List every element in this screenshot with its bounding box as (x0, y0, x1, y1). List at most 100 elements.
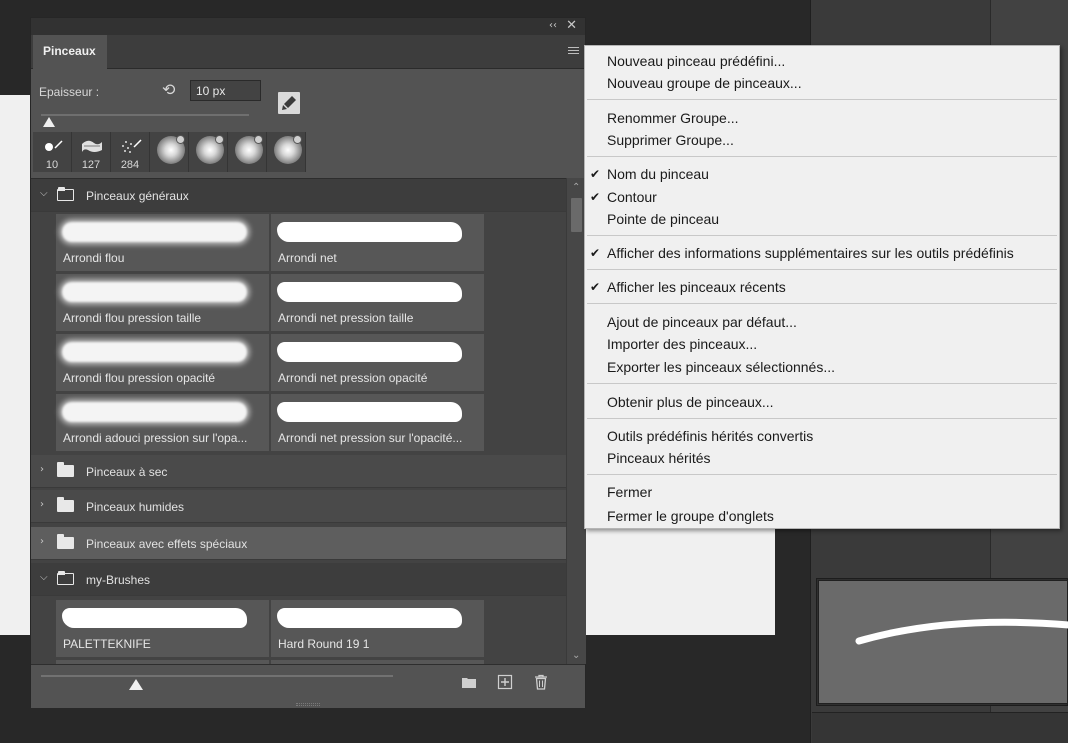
menu-item-show-recent[interactable]: ✔ Afficher les pinceaux récents (585, 276, 1059, 298)
brush-tile[interactable]: Arrondi net pression taille (271, 274, 484, 331)
menu-item-stroke[interactable]: ✔ Contour (585, 186, 1059, 208)
check-icon: ✔ (590, 280, 601, 294)
brush-tile[interactable]: Arrondi net pression sur l'opacité... (271, 394, 484, 451)
preview-size-slider-thumb[interactable] (129, 679, 143, 690)
group-header-wet[interactable]: › Pinceaux humides (31, 490, 566, 523)
panel-titlebar: ‹‹ ✕ (31, 18, 585, 35)
brush-stroke-icon (277, 282, 462, 302)
recent-brush-soft[interactable] (267, 132, 306, 172)
menu-item-brush-tip[interactable]: Pointe de pinceau (585, 208, 1059, 230)
menu-item-get-more[interactable]: Obtenir plus de pinceaux... (585, 391, 1059, 413)
chevron-right-icon[interactable]: › (40, 536, 44, 547)
menu-item-show-info[interactable]: ✔ Afficher des informations supplémentair… (585, 242, 1059, 264)
menu-item-new-group[interactable]: Nouveau groupe de pinceaux... (585, 72, 1059, 94)
group-name: Pinceaux généraux (86, 189, 189, 203)
group-header-general[interactable]: ⌵ Pinceaux généraux (31, 179, 566, 212)
brush-name: Arrondi net (278, 251, 337, 265)
menu-item-export[interactable]: Exporter les pinceaux sélectionnés... (585, 356, 1059, 378)
menu-item-rename-group[interactable]: Renommer Groupe... (585, 107, 1059, 129)
brush-tile[interactable]: Arrondi flou pression opacité (56, 334, 269, 391)
brush-settings-icon[interactable] (278, 92, 300, 114)
recent-brush-size: 127 (81, 159, 101, 171)
recent-brush-soft[interactable] (150, 132, 189, 172)
brush-stroke-icon (277, 342, 462, 362)
group-name: my-Brushes (86, 573, 151, 587)
group-header-dry[interactable]: › Pinceaux à sec (31, 455, 566, 488)
recent-brush-soft[interactable] (189, 132, 228, 172)
brush-name: Arrondi net pression taille (278, 311, 414, 325)
chevron-down-icon[interactable]: ⌵ (40, 188, 48, 199)
menu-item-label: Nom du pinceau (607, 166, 709, 182)
brush-stroke-icon (62, 402, 247, 422)
trash-icon[interactable] (533, 674, 549, 690)
brush-name: Arrondi flou pression taille (63, 311, 202, 325)
menu-item-new-preset[interactable]: Nouveau pinceau prédéfini... (585, 50, 1059, 72)
chevron-right-icon[interactable]: › (40, 499, 44, 510)
brush-tile[interactable]: Arrondi flou pression taille (56, 274, 269, 331)
brush-list[interactable]: ⌵ Pinceaux généraux Arrondi flou Arrondi… (31, 178, 566, 664)
folder-icon (57, 534, 74, 549)
brush-stroke-icon (277, 222, 462, 242)
size-input[interactable] (190, 80, 261, 101)
brush-name: PALETTEKNIFE (63, 637, 151, 651)
dock-bottom-bar (812, 712, 1068, 743)
chevron-down-icon[interactable]: ⌵ (40, 572, 48, 583)
recent-brush-hard[interactable]: 10 (33, 132, 72, 172)
brush-tile[interactable]: Arrondi net (271, 214, 484, 271)
menu-separator (587, 303, 1057, 304)
menu-separator (587, 418, 1057, 419)
recent-brush-size: 10 (45, 159, 59, 171)
scroll-up-icon[interactable]: ⌃ (572, 182, 580, 193)
size-label: Epaisseur : (39, 85, 100, 99)
brush-name: Arrondi net pression opacité (278, 371, 428, 385)
preview-stroke-icon (855, 618, 1068, 645)
group-header-my-brushes[interactable]: ⌵ my-Brushes (31, 563, 566, 596)
recent-brush-soft[interactable] (228, 132, 267, 172)
folder-icon (57, 462, 74, 477)
size-slider-thumb[interactable] (43, 117, 55, 127)
new-group-folder-icon[interactable] (461, 674, 477, 690)
menu-item-close[interactable]: Fermer (585, 481, 1059, 503)
collapse-icon[interactable]: ‹‹ (549, 19, 557, 33)
reset-size-icon[interactable]: ⟲ (162, 81, 180, 99)
menu-item-close-tab-group[interactable]: Fermer le groupe d'onglets (585, 505, 1059, 527)
menu-item-converted-legacy[interactable]: Outils prédéfinis hérités convertis (585, 425, 1059, 447)
menu-separator (587, 235, 1057, 236)
recent-brush-spray[interactable]: 284 (111, 132, 150, 172)
menu-item-legacy[interactable]: Pinceaux hérités (585, 447, 1059, 469)
menu-item-delete-group[interactable]: Supprimer Groupe... (585, 129, 1059, 151)
size-slider-track[interactable] (41, 114, 249, 116)
brush-type-badge-icon (176, 135, 185, 144)
brush-stroke-icon (62, 222, 247, 242)
scroll-thumb[interactable] (571, 198, 582, 232)
brush-tile[interactable]: PALETTEKNIFE (56, 600, 269, 657)
recent-brush-splash[interactable]: 127 (72, 132, 111, 172)
list-scrollbar[interactable]: ⌃ ⌄ (566, 178, 586, 664)
menu-item-label: Afficher des informations supplémentaire… (607, 245, 1014, 261)
folder-icon (57, 497, 74, 512)
menu-item-import[interactable]: Importer des pinceaux... (585, 333, 1059, 355)
brush-name: Arrondi net pression sur l'opacité... (278, 431, 463, 445)
brush-tile[interactable]: Arrondi flou (56, 214, 269, 271)
tab-brushes[interactable]: Pinceaux (33, 35, 107, 69)
hard-brush-icon (45, 140, 63, 151)
chevron-right-icon[interactable]: › (40, 464, 44, 475)
close-icon[interactable]: ✕ (566, 19, 577, 33)
resize-grip[interactable] (296, 703, 320, 706)
menu-item-restore-default[interactable]: Ajout de pinceaux par défaut... (585, 311, 1059, 333)
brush-tile[interactable]: Hard Round 19 1 (271, 600, 484, 657)
menu-item-label: Afficher les pinceaux récents (607, 279, 786, 295)
brushes-panel: ‹‹ ✕ Pinceaux Epaisseur : ⟲ 10 127 (30, 17, 586, 708)
menu-item-brush-name[interactable]: ✔ Nom du pinceau (585, 163, 1059, 185)
panel-menu-icon[interactable] (568, 47, 579, 56)
brush-name: Hard Round 19 1 (278, 637, 370, 651)
brush-tile[interactable]: Arrondi net pression opacité (271, 334, 484, 391)
brush-stroke-icon (62, 608, 247, 628)
new-brush-icon[interactable] (497, 674, 513, 690)
panel-footer (31, 664, 585, 708)
brush-tile[interactable]: Arrondi adouci pression sur l'opa... (56, 394, 269, 451)
preview-size-slider-track[interactable] (41, 675, 393, 677)
scroll-down-icon[interactable]: ⌄ (572, 650, 580, 661)
brush-name: Arrondi flou pression opacité (63, 371, 216, 385)
group-header-special[interactable]: › Pinceaux avec effets spéciaux (31, 527, 566, 560)
